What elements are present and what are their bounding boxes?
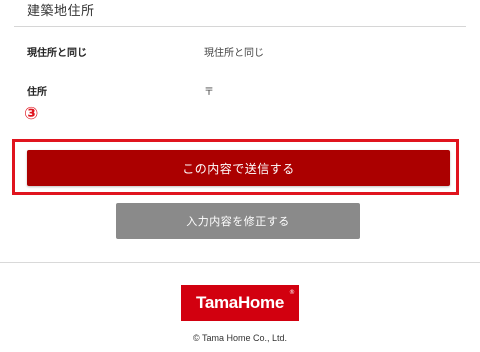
- step-marker: ③: [24, 104, 39, 124]
- section-divider: [14, 26, 466, 27]
- footer-divider: [0, 262, 480, 263]
- row-value-same-address: 現住所と同じ: [204, 48, 264, 59]
- confirmation-page: 建築地住所 現住所と同じ 現住所と同じ 住所 〒 ③ この内容で送信する 入力内…: [0, 0, 480, 352]
- row-label-same-address: 現住所と同じ: [27, 48, 87, 59]
- copyright-text: © Tama Home Co., Ltd.: [192, 333, 287, 343]
- logo-text: TamaHome: [196, 293, 284, 312]
- row-label-address: 住所: [27, 87, 47, 98]
- edit-button[interactable]: 入力内容を修正する: [116, 203, 360, 239]
- tamahome-logo[interactable]: TamaHome ®: [181, 285, 299, 321]
- submit-button[interactable]: この内容で送信する: [27, 150, 450, 186]
- registered-mark-icon: ®: [289, 289, 295, 296]
- row-value-postal-mark: 〒: [204, 87, 214, 98]
- section-title: 建築地住所: [27, 4, 95, 19]
